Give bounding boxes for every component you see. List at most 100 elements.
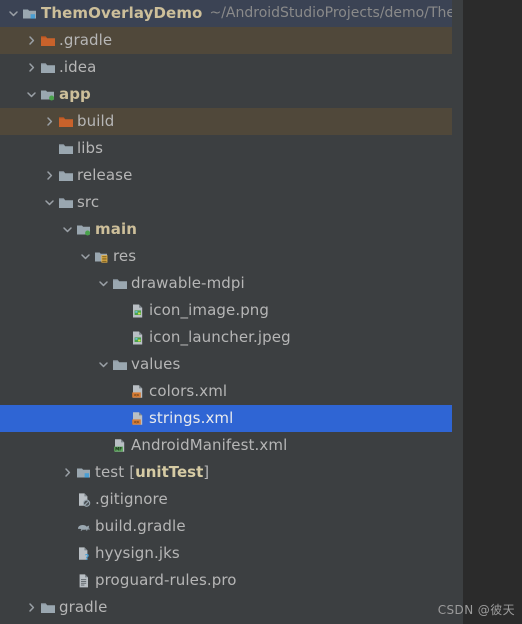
- watermark-label: CSDN @彼天: [437, 603, 515, 617]
- tree-row-label: gradle: [59, 598, 108, 616]
- tree-row[interactable]: release: [0, 162, 452, 189]
- tree-indent-spacer: [0, 418, 114, 419]
- tree-indent-spacer: [0, 229, 60, 230]
- tree-row-label: test: [95, 463, 125, 481]
- tree-indent-spacer: [0, 472, 60, 473]
- chevron-right-icon[interactable]: [24, 27, 39, 54]
- project-tree-screenshot: ThemOverlayDemo ~/AndroidStudioProjects/d…: [0, 0, 522, 624]
- chevron-right-icon[interactable]: [42, 162, 57, 189]
- vertical-scrollbar-track[interactable]: [452, 0, 463, 624]
- tree-row[interactable]: gradle: [0, 594, 452, 621]
- tree-row-label: build: [77, 112, 115, 130]
- tree-row[interactable]: drawable-mdpi: [0, 270, 452, 297]
- xml-file-icon: <>: [129, 405, 147, 432]
- tree-row-label: ThemOverlayDemo: [41, 4, 203, 22]
- tree-row[interactable]: src: [0, 189, 452, 216]
- tree-row-label: .idea: [59, 58, 97, 76]
- tree-row[interactable]: <> strings.xml: [0, 405, 452, 432]
- tree-arrow-placeholder: [114, 297, 129, 324]
- tree-indent-spacer: [0, 580, 60, 581]
- folder-icon: [39, 54, 57, 81]
- tree-indent-spacer: [0, 607, 24, 608]
- tree-indent-spacer: [0, 391, 114, 392]
- tree-row-label: app: [59, 85, 91, 103]
- chevron-right-icon[interactable]: [60, 459, 75, 486]
- tree-row[interactable]: build.gradle: [0, 513, 452, 540]
- tree-row-label: drawable-mdpi: [131, 274, 245, 292]
- tree-row[interactable]: .gradle: [0, 27, 452, 54]
- chevron-down-icon[interactable]: [6, 0, 21, 27]
- tree-row[interactable]: icon_image.png: [0, 297, 452, 324]
- svg-text:MF: MF: [115, 447, 122, 452]
- tree-row-label: .gradle: [59, 31, 113, 49]
- tree-indent-spacer: [0, 283, 96, 284]
- tree-row[interactable]: MF AndroidManifest.xml: [0, 432, 452, 459]
- tree-row-label: proguard-rules.pro: [95, 571, 237, 589]
- chevron-down-icon[interactable]: [42, 189, 57, 216]
- chevron-down-icon[interactable]: [24, 81, 39, 108]
- folder-icon: [57, 162, 75, 189]
- module-folder-icon: [21, 0, 39, 27]
- module-green-folder-icon: [75, 216, 93, 243]
- tree-indent-spacer: [0, 337, 114, 338]
- gitignore-file-icon: [75, 486, 93, 513]
- tree-row[interactable]: ? hyysign.jks: [0, 540, 452, 567]
- tree-row[interactable]: values: [0, 351, 452, 378]
- project-tree[interactable]: ThemOverlayDemo ~/AndroidStudioProjects/d…: [0, 0, 452, 621]
- tree-row-label: AndroidManifest.xml: [131, 436, 288, 454]
- tree-row-label: release: [77, 166, 133, 184]
- tree-indent-spacer: [0, 256, 78, 257]
- tree-row[interactable]: test [unitTest]: [0, 459, 452, 486]
- manifest-file-icon: MF: [111, 432, 129, 459]
- svg-text:<>: <>: [134, 420, 140, 425]
- folder-icon: [39, 594, 57, 621]
- tree-row-suffix: [unitTest]: [129, 463, 210, 481]
- tree-row-label: colors.xml: [149, 382, 228, 400]
- gradle-elephant-icon: [75, 513, 93, 540]
- chevron-right-icon[interactable]: [24, 54, 39, 81]
- tree-row[interactable]: <> colors.xml: [0, 378, 452, 405]
- project-tool-window[interactable]: ThemOverlayDemo ~/AndroidStudioProjects/d…: [0, 0, 452, 624]
- tree-arrow-placeholder: [60, 486, 75, 513]
- chevron-down-icon[interactable]: [96, 351, 111, 378]
- tree-row[interactable]: res: [0, 243, 452, 270]
- tree-row[interactable]: ThemOverlayDemo ~/AndroidStudioProjects/d…: [0, 0, 452, 27]
- orange-folder-icon: [39, 27, 57, 54]
- orange-folder-icon: [57, 108, 75, 135]
- tree-arrow-placeholder: [60, 540, 75, 567]
- tree-indent-spacer: [0, 67, 24, 68]
- tree-row[interactable]: icon_launcher.jpeg: [0, 324, 452, 351]
- chevron-down-icon[interactable]: [60, 216, 75, 243]
- chevron-right-icon[interactable]: [24, 594, 39, 621]
- tree-indent-spacer: [0, 526, 60, 527]
- tree-row[interactable]: app: [0, 81, 452, 108]
- tree-row-label: main: [95, 220, 137, 238]
- module-green-folder-icon: [39, 81, 57, 108]
- chevron-down-icon[interactable]: [78, 243, 93, 270]
- tree-row[interactable]: build: [0, 108, 452, 135]
- tree-row[interactable]: main: [0, 216, 452, 243]
- tree-indent-spacer: [0, 40, 24, 41]
- chevron-right-icon[interactable]: [42, 108, 57, 135]
- tree-row-label: values: [131, 355, 181, 373]
- image-file-icon: [129, 324, 147, 351]
- folder-icon: [111, 351, 129, 378]
- tree-arrow-placeholder: [96, 432, 111, 459]
- tree-indent-spacer: [0, 148, 42, 149]
- project-path-label: ~/AndroidStudioProjects/demo/ThemO: [209, 5, 452, 21]
- tree-row-label: res: [113, 247, 137, 265]
- tree-arrow-placeholder: [114, 324, 129, 351]
- svg-text:<>: <>: [134, 393, 140, 398]
- tree-indent-spacer: [0, 445, 96, 446]
- tree-arrow-placeholder: [42, 135, 57, 162]
- tree-row[interactable]: .gitignore: [0, 486, 452, 513]
- editor-gutter-area: [463, 0, 522, 624]
- tree-row[interactable]: libs: [0, 135, 452, 162]
- tree-row[interactable]: proguard-rules.pro: [0, 567, 452, 594]
- tree-indent-spacer: [0, 175, 42, 176]
- tree-row[interactable]: .idea: [0, 54, 452, 81]
- tree-arrow-placeholder: [60, 567, 75, 594]
- tree-row-label: src: [77, 193, 100, 211]
- unknown-file-icon: ?: [75, 540, 93, 567]
- chevron-down-icon[interactable]: [96, 270, 111, 297]
